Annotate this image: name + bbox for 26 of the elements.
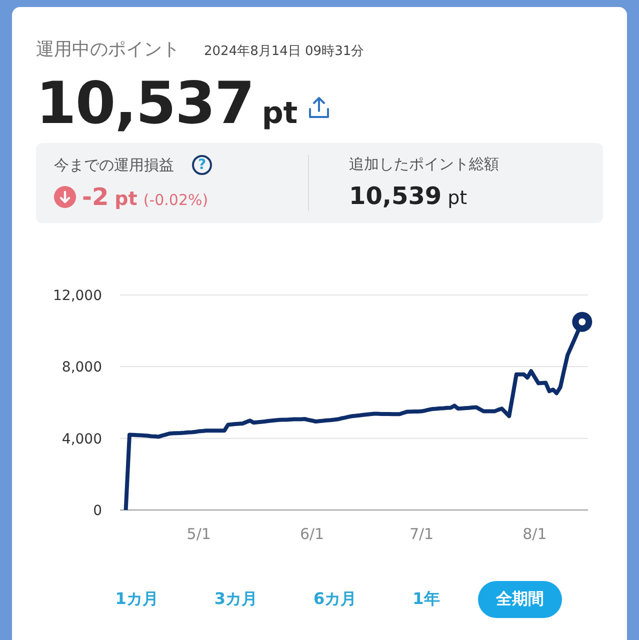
balance-value: 10,537 (36, 69, 254, 137)
period-tab[interactable]: 1年 (394, 581, 458, 618)
x-axis-label: 6/1 (300, 525, 324, 543)
endpoint-marker (572, 312, 592, 332)
profit-label: 今までの運用損益 (54, 156, 174, 174)
balance-unit: pt (262, 96, 298, 131)
profit-value: -2 (82, 183, 109, 211)
x-axis-label: 5/1 (186, 525, 211, 543)
added-unit: pt (448, 187, 468, 209)
period-tab[interactable]: 6カ月 (296, 581, 375, 618)
period-tab[interactable]: 1カ月 (97, 581, 176, 618)
y-axis-label: 12,000 (53, 288, 102, 304)
period-tab[interactable]: 全期間 (478, 581, 562, 618)
added-label: 追加したポイント総額 (349, 155, 500, 174)
y-axis-label: 8,000 (62, 360, 102, 376)
y-axis-label: 4,000 (62, 431, 102, 448)
y-axis-label: 0 (93, 503, 102, 519)
x-axis-label: 8/1 (522, 525, 547, 543)
profit-percent: (-0.02%) (143, 191, 208, 209)
section-title: 運用中のポイント (36, 38, 180, 61)
added-value: 10,539 (349, 182, 442, 210)
x-axis-label: 7/1 (409, 525, 434, 543)
timestamp: 2024年8月14日 09時31分 (204, 43, 364, 60)
profit-unit: pt (114, 188, 138, 210)
help-icon[interactable]: ? (192, 155, 212, 175)
period-tab[interactable]: 3カ月 (196, 581, 276, 618)
